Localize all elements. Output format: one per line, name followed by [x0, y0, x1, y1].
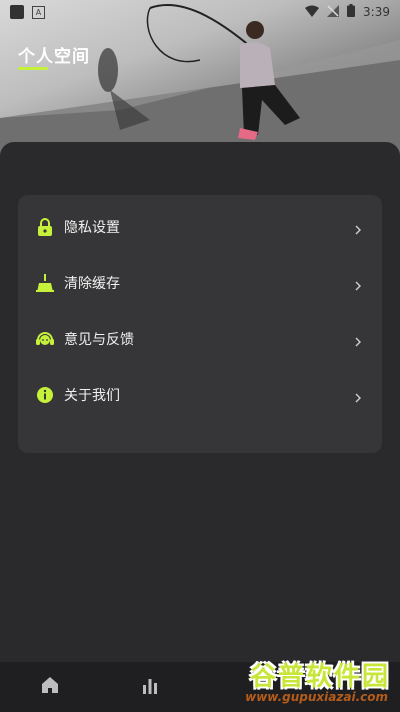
broom-icon — [36, 274, 54, 292]
menu-item-feedback[interactable]: 意见与反馈 — [18, 311, 382, 367]
chevron-right-icon — [352, 277, 364, 291]
signal-icon — [327, 4, 340, 20]
page-title: 个人空间 — [18, 47, 90, 67]
watermark-title: 谷普软件园 — [249, 662, 390, 692]
title-underline — [18, 67, 48, 70]
info-icon — [36, 386, 54, 404]
notification-a-icon: A — [32, 5, 45, 19]
status-time: 3:39 — [363, 5, 390, 19]
menu-item-privacy[interactable]: 隐私设置 — [18, 199, 382, 255]
menu-item-label: 意见与反馈 — [64, 332, 134, 348]
chevron-right-icon — [352, 221, 364, 235]
nav-home[interactable] — [0, 662, 100, 712]
stats-icon — [141, 676, 159, 698]
battery-icon — [347, 4, 356, 20]
watermark: 谷普软件园 www.gupuxiazai.com — [218, 656, 396, 708]
menu-item-label: 清除缓存 — [64, 276, 120, 292]
header-photo — [0, 0, 400, 160]
nav-stats[interactable] — [100, 662, 200, 712]
menu-item-about[interactable]: 关于我们 — [18, 367, 382, 423]
menu-item-clear-cache[interactable]: 清除缓存 — [18, 255, 382, 311]
headset-icon — [36, 330, 54, 348]
header-photo-art — [0, 4, 400, 160]
home-icon — [41, 676, 59, 698]
chevron-right-icon — [352, 389, 364, 403]
lock-icon — [36, 218, 54, 236]
watermark-url: www.gupuxiazai.com — [245, 690, 388, 704]
wifi-icon — [305, 5, 320, 20]
app-icon — [10, 5, 24, 19]
menu-item-label: 隐私设置 — [64, 220, 120, 236]
status-bar: A 3:39 — [0, 0, 400, 24]
menu-item-label: 关于我们 — [64, 388, 120, 404]
chevron-right-icon — [352, 333, 364, 347]
